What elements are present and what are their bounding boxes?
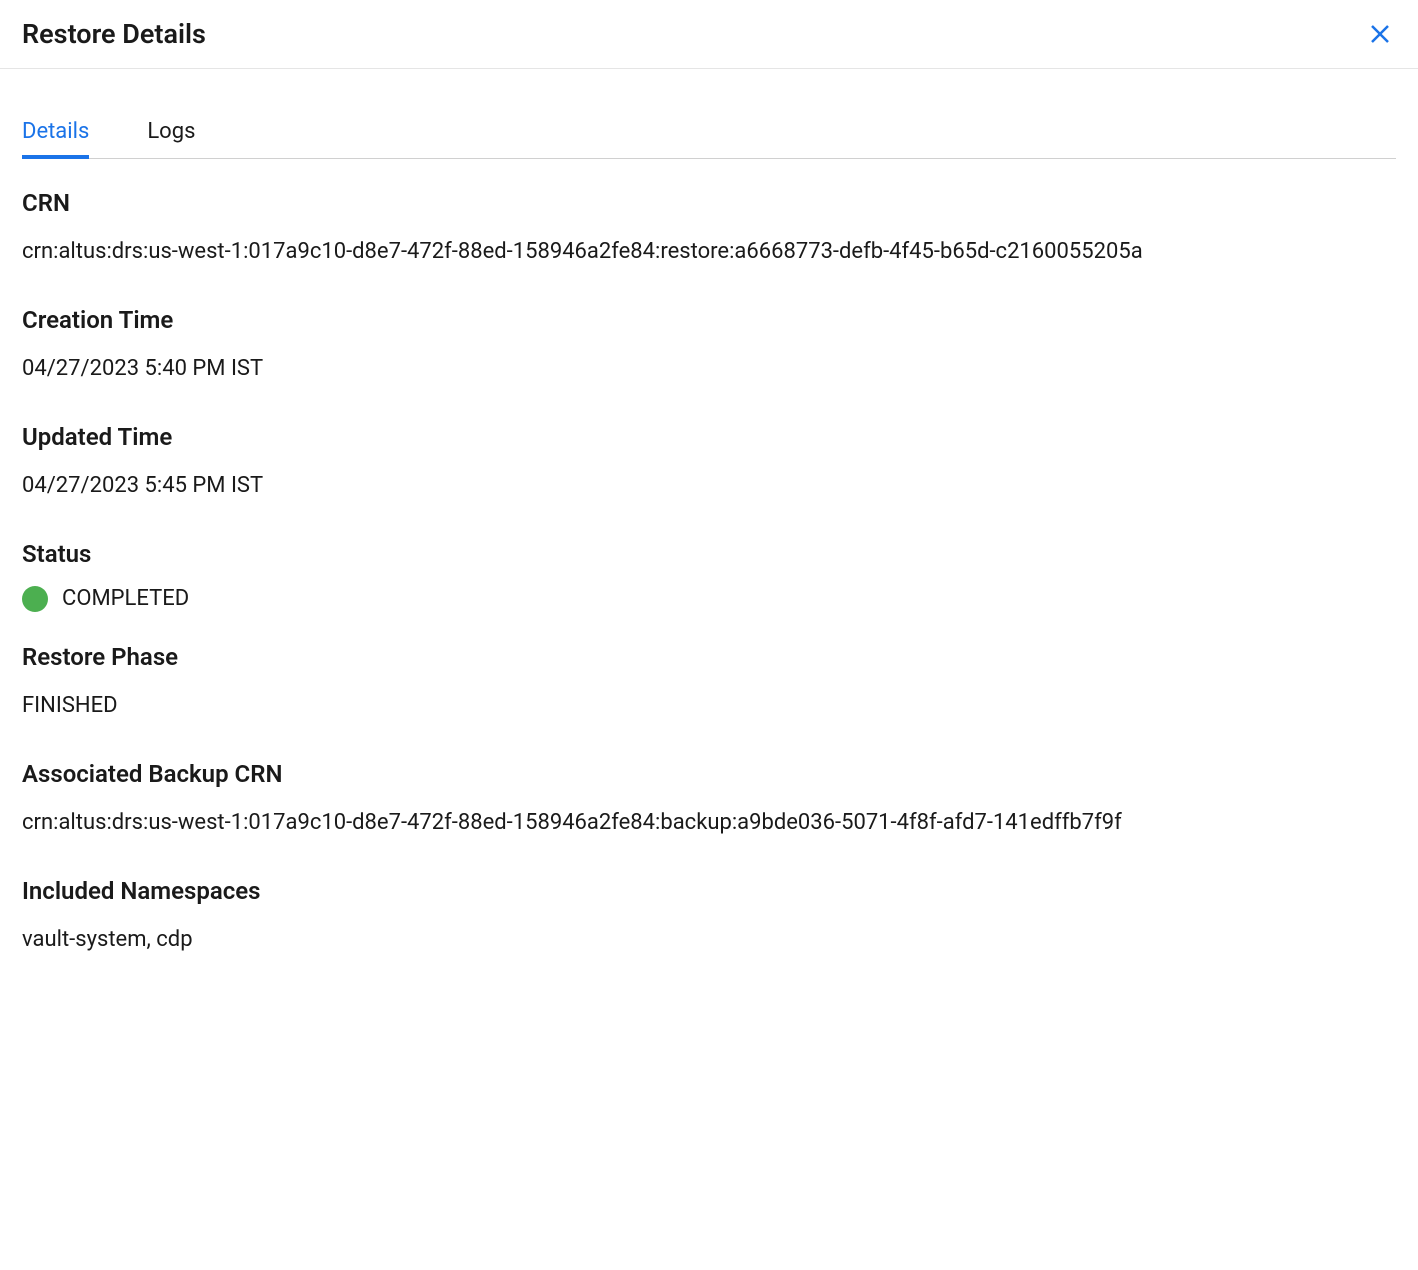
- field-included-namespaces-label: Included Namespaces: [22, 877, 1396, 905]
- field-creation-time-label: Creation Time: [22, 306, 1396, 334]
- tab-logs[interactable]: Logs: [147, 119, 195, 158]
- close-button[interactable]: [1364, 18, 1396, 50]
- field-updated-time: Updated Time 04/27/2023 5:45 PM IST: [22, 423, 1396, 502]
- field-associated-backup-crn-label: Associated Backup CRN: [22, 760, 1396, 788]
- tabs-bar: Details Logs: [22, 119, 1396, 159]
- field-status: Status COMPLETED: [22, 540, 1396, 615]
- status-indicator-icon: [22, 586, 48, 612]
- field-restore-phase-label: Restore Phase: [22, 643, 1396, 671]
- field-crn-label: CRN: [22, 189, 1396, 217]
- modal-title: Restore Details: [22, 18, 206, 50]
- field-creation-time: Creation Time 04/27/2023 5:40 PM IST: [22, 306, 1396, 385]
- status-row: COMPLETED: [22, 582, 1396, 615]
- field-crn: CRN crn:altus:drs:us-west-1:017a9c10-d8e…: [22, 189, 1396, 268]
- field-associated-backup-crn: Associated Backup CRN crn:altus:drs:us-w…: [22, 760, 1396, 839]
- field-restore-phase: Restore Phase FINISHED: [22, 643, 1396, 722]
- modal-content: Details Logs CRN crn:altus:drs:us-west-1…: [0, 69, 1418, 1016]
- field-associated-backup-crn-value: crn:altus:drs:us-west-1:017a9c10-d8e7-47…: [22, 806, 1396, 839]
- field-included-namespaces: Included Namespaces vault-system, cdp: [22, 877, 1396, 956]
- field-status-value: COMPLETED: [62, 582, 189, 615]
- close-icon: [1368, 22, 1392, 46]
- field-creation-time-value: 04/27/2023 5:40 PM IST: [22, 352, 1396, 385]
- field-crn-value: crn:altus:drs:us-west-1:017a9c10-d8e7-47…: [22, 235, 1396, 268]
- field-included-namespaces-value: vault-system, cdp: [22, 923, 1396, 956]
- tab-details[interactable]: Details: [22, 119, 89, 158]
- field-restore-phase-value: FINISHED: [22, 689, 1396, 722]
- field-updated-time-label: Updated Time: [22, 423, 1396, 451]
- field-updated-time-value: 04/27/2023 5:45 PM IST: [22, 469, 1396, 502]
- field-status-label: Status: [22, 540, 1396, 568]
- modal-header: Restore Details: [0, 0, 1418, 69]
